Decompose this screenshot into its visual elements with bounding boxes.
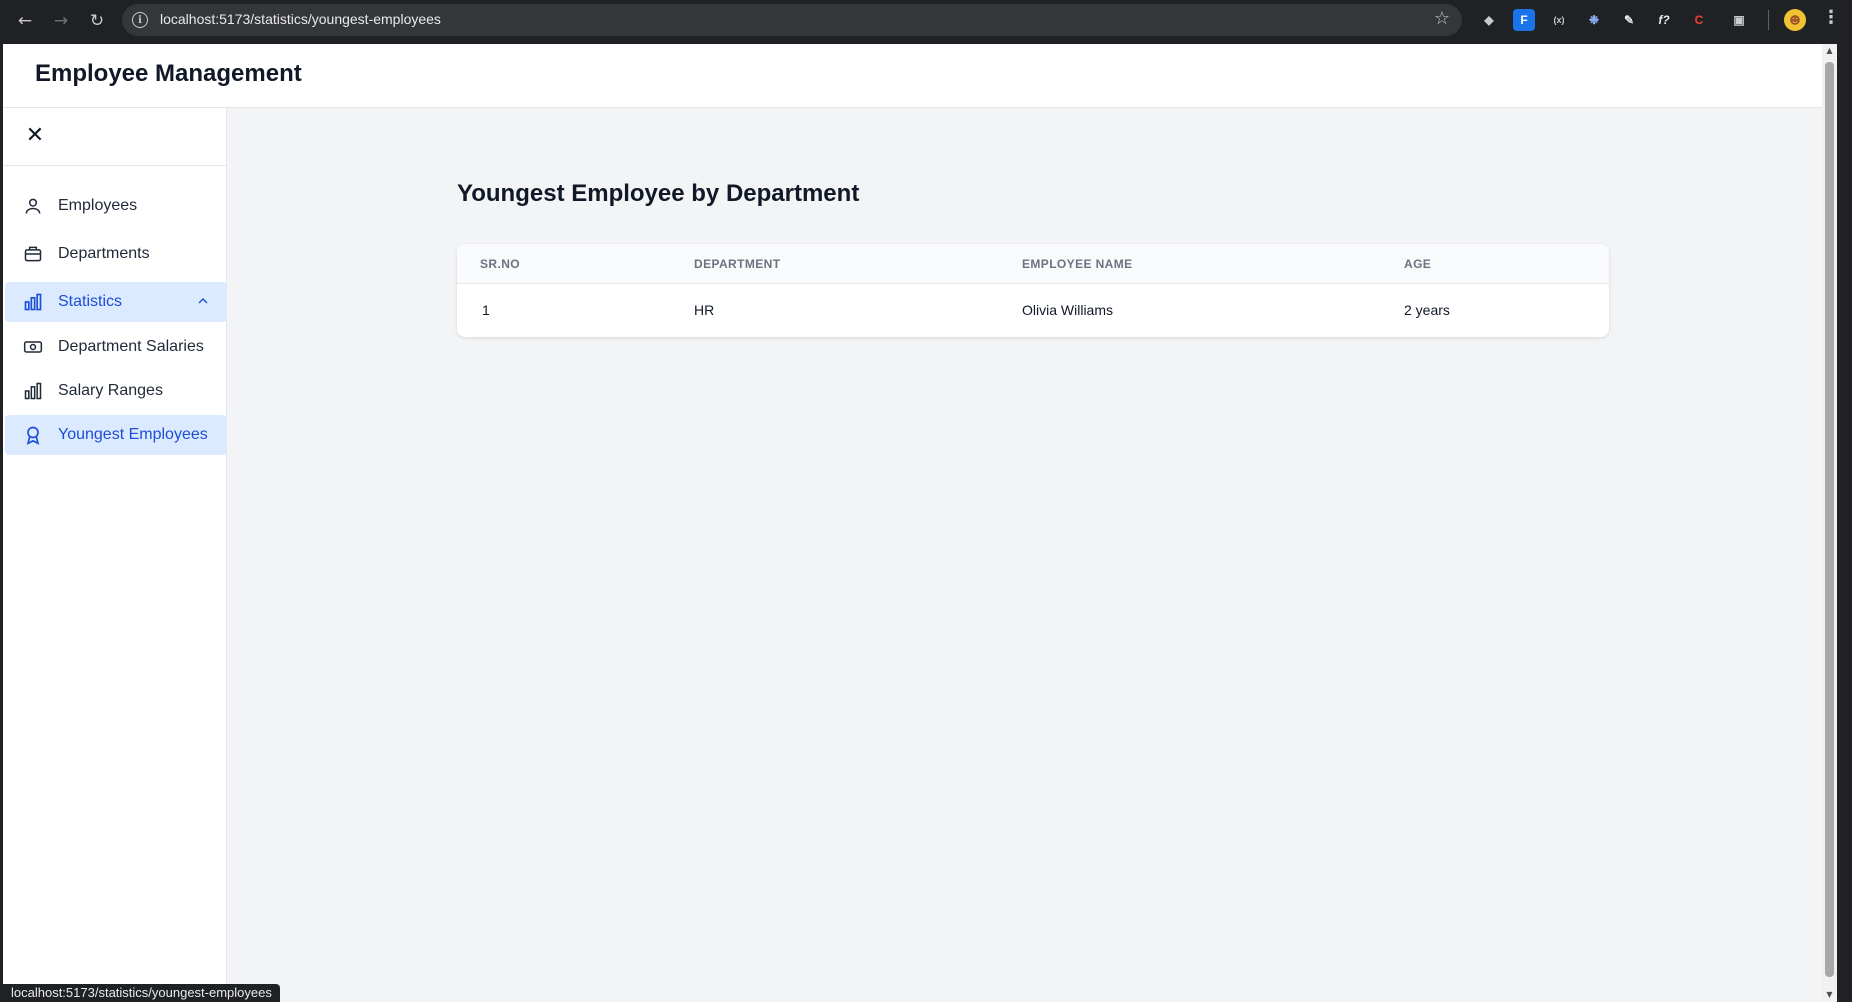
extension-brackets-icon[interactable]: (x): [1548, 9, 1570, 31]
extension-c-icon[interactable]: C: [1688, 9, 1710, 31]
app-header: Employee Management: [3, 44, 1837, 108]
bookmark-star-icon[interactable]: ☆: [1434, 8, 1450, 29]
sidebar-top: ✕: [3, 108, 226, 166]
column-header-sr-no: SR.NO: [480, 257, 521, 271]
cell-employee-name: Olivia Williams: [1022, 302, 1113, 318]
sidebar-item-statistics[interactable]: Statistics: [5, 282, 227, 322]
sidebar-item-department-salaries[interactable]: Department Salaries: [5, 327, 227, 367]
cash-icon: [23, 341, 43, 353]
chevron-up-icon[interactable]: [195, 293, 211, 309]
page-viewport: Employee Management ✕ Employees Departme…: [3, 44, 1837, 1002]
sidebar-item-label: Department Salaries: [58, 338, 204, 355]
address-url[interactable]: localhost:5173/statistics/youngest-emplo…: [160, 11, 441, 27]
scroll-up-icon[interactable]: ▲: [1825, 46, 1834, 56]
user-icon: [25, 198, 41, 214]
profile-avatar[interactable]: ☻: [1784, 9, 1806, 31]
briefcase-icon: [24, 246, 42, 262]
award-icon: [26, 426, 40, 445]
reload-icon[interactable]: ↻: [84, 8, 110, 34]
extension-diamond-icon[interactable]: ◆: [1478, 9, 1500, 31]
column-header-employee-name: EMPLOYEE NAME: [1022, 257, 1133, 271]
table-header: SR.NO DEPARTMENT EMPLOYEE NAME AGE: [457, 244, 1609, 284]
forward-icon[interactable]: →: [48, 8, 74, 34]
close-icon[interactable]: ✕: [23, 124, 47, 148]
sidebar-item-label: Statistics: [58, 293, 123, 310]
sidebar-item-youngest-employees[interactable]: Youngest Employees: [5, 415, 227, 455]
sidebar-item-employees[interactable]: Employees: [5, 186, 227, 226]
table-row: 1 HR Olivia Williams 2 years: [457, 284, 1609, 336]
site-info-icon[interactable]: i: [132, 12, 148, 28]
page-scrollbar[interactable]: ▲ ▼: [1822, 44, 1837, 1002]
cell-age: 2 years: [1404, 302, 1450, 318]
browser-toolbar: ← → ↻ i localhost:5173/statistics/younge…: [0, 0, 1852, 43]
back-icon[interactable]: ←: [12, 8, 38, 34]
scrollbar-thumb[interactable]: [1825, 62, 1834, 977]
extension-f-icon[interactable]: F: [1513, 9, 1535, 31]
sidebar-item-label: Employees: [58, 197, 138, 214]
column-header-age: AGE: [1404, 257, 1432, 271]
scroll-down-icon[interactable]: ▼: [1825, 990, 1834, 1000]
extension-eyedropper-icon[interactable]: ✎: [1618, 9, 1640, 31]
bar-chart-icon: [24, 293, 42, 311]
bar-chart-icon: [24, 382, 42, 400]
app-title: Employee Management: [35, 60, 302, 87]
page-title: Youngest Employee by Department: [457, 180, 860, 207]
extension-gear-icon[interactable]: ❉: [1583, 9, 1605, 31]
youngest-employees-table: SR.NO DEPARTMENT EMPLOYEE NAME AGE 1 HR …: [457, 244, 1609, 337]
sidebar-item-label: Salary Ranges: [58, 382, 163, 399]
column-header-department: DEPARTMENT: [694, 257, 781, 271]
sidebar-item-departments[interactable]: Departments: [5, 234, 227, 274]
address-bar[interactable]: i localhost:5173/statistics/youngest-emp…: [122, 4, 1462, 36]
extension-function-icon[interactable]: f?: [1653, 9, 1675, 31]
status-bar-url: localhost:5173/statistics/youngest-emplo…: [3, 984, 280, 1002]
cell-department: HR: [694, 302, 715, 318]
cell-sr-no: 1: [482, 302, 490, 318]
sidebar-item-label: Youngest Employees: [58, 426, 208, 443]
browser-menu-icon[interactable]: ⋮: [1822, 7, 1840, 28]
sidebar-item-salary-ranges[interactable]: Salary Ranges: [5, 371, 227, 411]
sidebar-item-label: Departments: [58, 245, 150, 262]
extensions-puzzle-icon[interactable]: ▣: [1728, 9, 1750, 31]
toolbar-divider: [1768, 10, 1769, 30]
sidebar: ✕ Employees Departments Statistics Depar…: [3, 108, 227, 1002]
